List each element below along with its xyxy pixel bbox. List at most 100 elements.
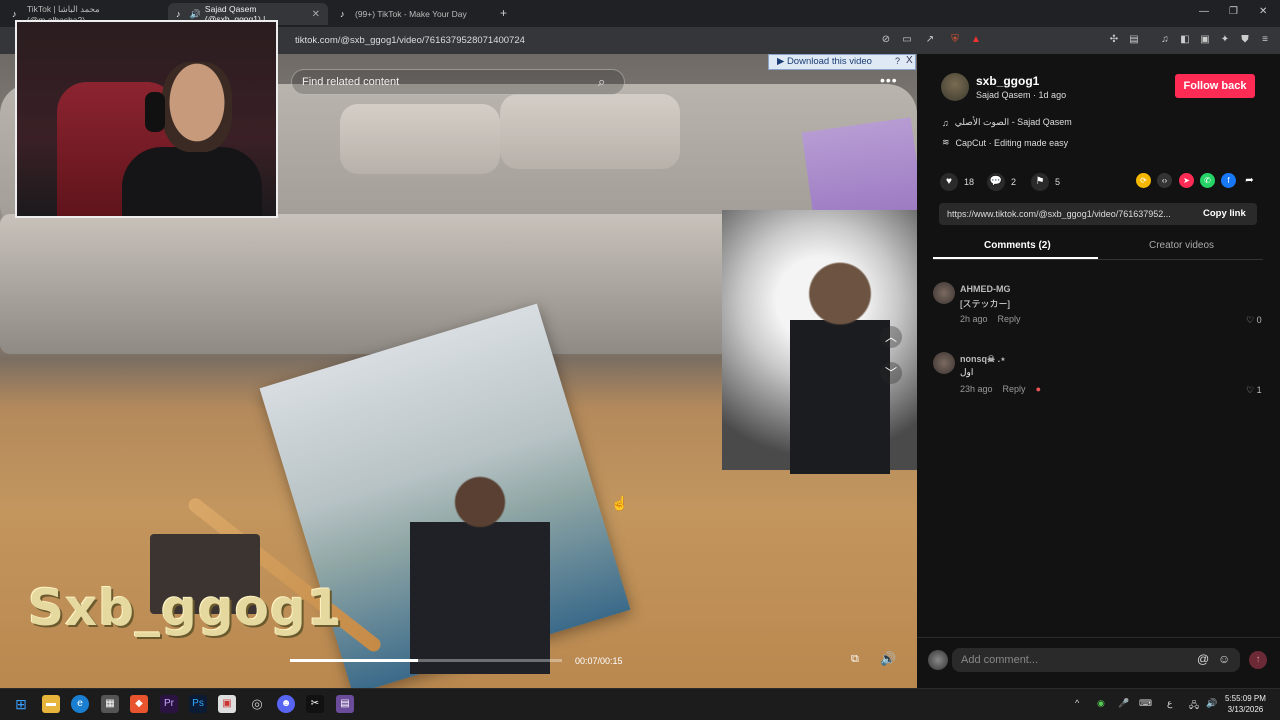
tray-app-icon[interactable]: ◉ — [1097, 698, 1105, 709]
commenter-name[interactable]: AHMED-MG — [960, 284, 1011, 294]
save-stat[interactable]: ⚑ 5 — [1031, 173, 1060, 191]
whatsapp-icon[interactable]: ✆ — [1200, 173, 1215, 188]
more-options-icon[interactable]: ••• — [880, 72, 898, 88]
new-tab-button[interactable]: + — [500, 6, 507, 20]
tab-tiktok-home[interactable]: ♪ (99+) TikTok - Make Your Day — [332, 3, 494, 25]
webcam-person-head — [162, 62, 232, 152]
tab-comments[interactable]: Comments (2) — [984, 240, 1051, 251]
keyboard-icon[interactable]: ⌨ — [1139, 698, 1152, 709]
store-icon[interactable]: ▦ — [101, 695, 119, 713]
send-to-friends-icon[interactable]: ➤ — [1179, 173, 1194, 188]
tiktok-icon: ♪ — [12, 8, 17, 19]
share-page-icon[interactable]: ↗ — [923, 33, 937, 47]
menu-icon[interactable]: ≡ — [1258, 33, 1272, 47]
discord-icon[interactable]: ☻ — [277, 695, 295, 713]
facebook-icon[interactable]: f — [1221, 173, 1236, 188]
language-indicator[interactable]: ع — [1167, 698, 1172, 709]
webcam-headset — [145, 92, 165, 132]
like-stat[interactable]: ♥ 18 — [940, 173, 974, 191]
comment-time: 2h ago — [960, 314, 988, 324]
video-link-text[interactable]: https://www.tiktok.com/@sxb_ggog1/video/… — [947, 209, 1187, 219]
file-explorer-icon[interactable]: ▬ — [42, 695, 60, 713]
bookmark-icon: ⚑ — [1031, 173, 1049, 191]
brave-icon[interactable]: ◆ — [130, 695, 148, 713]
wallet-icon[interactable]: ▣ — [1198, 33, 1212, 47]
comment-time: 23h ago — [960, 384, 993, 394]
url-field[interactable]: tiktok.com/@sxb_ggog1/video/761637952807… — [295, 35, 525, 46]
tab-creator-videos[interactable]: Creator videos — [1149, 240, 1214, 251]
image-editor-icon[interactable]: ▣ — [218, 695, 236, 713]
copy-link-button[interactable]: Copy link — [1203, 208, 1246, 219]
comment-like[interactable]: ♡ 0 — [1246, 315, 1262, 326]
brave-shield-icon[interactable]: ⛨ — [948, 33, 962, 47]
own-avatar — [928, 650, 948, 670]
mention-icon[interactable]: @ — [1197, 652, 1209, 666]
screenshot-icon[interactable]: ▭ — [900, 33, 914, 47]
download-close-icon[interactable]: X — [906, 55, 913, 66]
repost-icon[interactable]: ⟳ — [1136, 173, 1151, 188]
comment-like[interactable]: ♡ 1 — [1246, 385, 1262, 396]
previous-video-arrow-icon[interactable]: ︿ — [880, 326, 902, 348]
comment-reply-button[interactable]: Reply — [1003, 384, 1026, 394]
minimize-icon[interactable]: — — [1199, 6, 1209, 17]
tiktok-icon: ♪ — [340, 8, 345, 19]
network-icon[interactable]: 🖧 — [1189, 698, 1199, 714]
media-icon[interactable]: ♫ — [1158, 33, 1172, 47]
author-display-name: Sajad Qasem — [976, 90, 1031, 100]
close-window-icon[interactable]: ✕ — [1259, 6, 1267, 17]
windows-start-icon[interactable]: ⊞ — [12, 695, 30, 713]
comment-like-count: 1 — [1256, 385, 1262, 395]
restore-icon[interactable]: ❐ — [1229, 6, 1238, 17]
save-count: 5 — [1055, 177, 1061, 187]
leo-ai-icon[interactable]: ✦ — [1218, 33, 1232, 47]
comment-stat[interactable]: 💬 2 — [987, 173, 1016, 191]
heart-outline-icon: ♡ — [1246, 315, 1255, 325]
microphone-icon[interactable]: 🎤 — [1118, 698, 1129, 709]
volume-tray-icon[interactable]: 🔊 — [1206, 698, 1217, 709]
more-share-icon[interactable]: ➦ — [1242, 173, 1257, 188]
app-icon[interactable]: ▤ — [336, 695, 354, 713]
extensions-icon[interactable]: ✣ — [1107, 33, 1121, 47]
progress-fill — [290, 659, 418, 662]
brave-rewards-icon[interactable]: ▲ — [969, 33, 983, 47]
capcut-row[interactable]: ≋ CapCut · Editing made easy — [942, 137, 1068, 148]
picture-in-picture-icon[interactable]: ⧉ — [851, 653, 859, 666]
comment-icon: 💬 — [987, 173, 1005, 191]
volume-icon[interactable]: 🔊 — [880, 651, 896, 667]
photoshop-icon[interactable]: Ps — [189, 695, 207, 713]
edge-icon[interactable]: e — [71, 695, 89, 713]
close-tab-icon[interactable]: ✕ — [312, 9, 320, 20]
heart-outline-icon: ♡ — [1246, 385, 1255, 395]
clock-time: 5:55:09 PM — [1225, 694, 1266, 703]
obs-icon[interactable]: ◎ — [248, 695, 266, 713]
author-subline: Sajad Qasem · 1d ago — [976, 90, 1066, 100]
embed-icon[interactable]: ‹› — [1157, 173, 1172, 188]
heart-icon: ♥ — [940, 173, 958, 191]
comment-like-count: 0 — [1256, 315, 1262, 325]
commenter-name[interactable]: nonsq☠ .⋆ — [960, 354, 1006, 365]
author-username[interactable]: sxb_ggog1 — [976, 74, 1039, 88]
vpn-icon[interactable]: ⛊ — [1238, 33, 1252, 47]
next-video-arrow-icon[interactable]: ﹀ — [880, 362, 902, 384]
system-clock[interactable]: 5:55:09 PM 3/13/2026 — [1225, 693, 1266, 715]
emoji-icon[interactable]: ☺ — [1218, 652, 1230, 666]
post-comment-button[interactable]: ↑ — [1249, 651, 1267, 669]
sidebar-toggle-icon[interactable]: ◧ — [1178, 33, 1192, 47]
comment-reply-button[interactable]: Reply — [998, 314, 1021, 324]
webcam-person-body — [122, 147, 262, 216]
capcut-icon: ≋ — [942, 137, 950, 147]
tiktok-icon: ♪ — [176, 8, 181, 19]
search-icon[interactable]: ⌕ — [598, 74, 605, 90]
premiere-icon[interactable]: Pr — [160, 695, 178, 713]
reading-list-icon[interactable]: ▤ — [1127, 33, 1141, 47]
tracking-off-icon[interactable]: ⊘ — [879, 33, 893, 47]
capcut-taskbar-icon[interactable]: ✂ — [306, 695, 324, 713]
music-row[interactable]: ♫ الصوت الأصلي - Sajad Qasem — [942, 117, 1072, 128]
download-help-icon[interactable]: ? — [895, 56, 900, 66]
commenter-avatar[interactable] — [933, 282, 955, 304]
commenter-avatar[interactable] — [933, 352, 955, 374]
author-avatar[interactable] — [941, 73, 969, 101]
download-video-button[interactable]: ▶ Download this video — [777, 56, 872, 67]
follow-back-button[interactable]: Follow back — [1175, 74, 1255, 98]
tray-overflow-icon[interactable]: ^ — [1075, 698, 1079, 708]
